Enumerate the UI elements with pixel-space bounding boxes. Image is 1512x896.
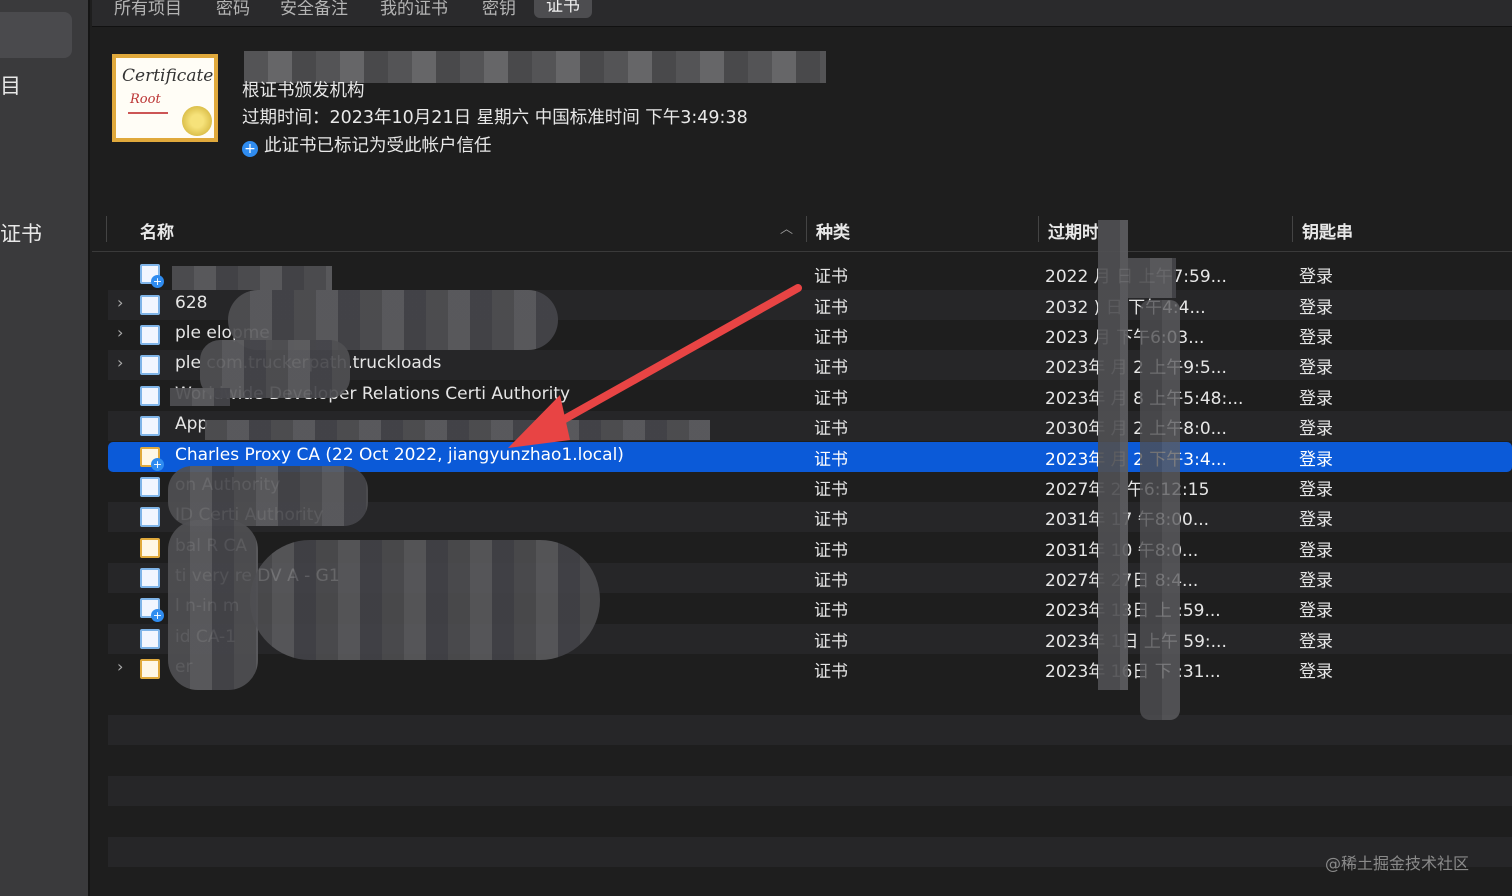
row-kind: 证书	[814, 541, 848, 561]
certificate-icon	[140, 507, 160, 527]
row-keychain: 登录	[1299, 662, 1333, 682]
row-kind: 证书	[814, 298, 848, 318]
column-header-name[interactable]: 名称	[140, 218, 174, 243]
trusted-plus-icon: +	[151, 458, 164, 471]
certificate-icon	[140, 538, 160, 558]
row-keychain: 登录	[1299, 358, 1333, 378]
certificate-trust-status: + 此证书已标记为受此帐户信任	[242, 132, 492, 157]
row-kind: 证书	[814, 601, 848, 621]
row-kind: 证书	[814, 358, 848, 378]
row-kind: 证书	[814, 419, 848, 439]
tab-secure-notes[interactable]: 安全备注	[280, 0, 348, 19]
row-kind: 证书	[814, 632, 848, 652]
certificate-icon	[140, 477, 160, 497]
row-kind: 证书	[814, 510, 848, 530]
row-keychain: 登录	[1299, 571, 1333, 591]
tab-certificates[interactable]: 证书	[534, 0, 592, 18]
redaction-mark	[168, 520, 258, 690]
row-keychain: 登录	[1299, 510, 1333, 530]
certificate-icon	[140, 325, 160, 345]
row-keychain: 登录	[1299, 298, 1333, 318]
sidebar-item-label[interactable]: 目	[0, 70, 21, 100]
chevron-right-icon[interactable]: ›	[117, 353, 123, 372]
certificate-icon: +	[140, 598, 164, 622]
sidebar-item-certificates[interactable]: 证书	[0, 218, 42, 248]
certificate-icon-subtext: Root	[130, 92, 161, 107]
tab-my-certificates[interactable]: 我的证书	[380, 0, 448, 19]
row-keychain: 登录	[1299, 328, 1333, 348]
row-keychain: 登录	[1299, 480, 1333, 500]
trust-status-text: 此证书已标记为受此帐户信任	[264, 136, 492, 156]
certificate-detail-header: Certificate Root 根证书颁发机构 过期时间：2023年10月21…	[92, 27, 1512, 212]
seal-icon	[182, 106, 212, 136]
certificate-large-icon: Certificate Root	[112, 54, 218, 142]
certificate-icon	[140, 295, 160, 315]
sort-ascending-icon[interactable]: ︿	[780, 218, 793, 237]
row-keychain: 登录	[1299, 541, 1333, 561]
certificate-icon	[140, 386, 160, 406]
row-keychain: 登录	[1299, 450, 1333, 470]
row-kind: 证书	[814, 267, 848, 287]
chevron-right-icon[interactable]: ›	[117, 293, 123, 312]
chevron-right-icon[interactable]: ›	[117, 323, 123, 342]
chevron-right-icon[interactable]: ›	[117, 657, 123, 676]
row-keychain: 登录	[1299, 632, 1333, 652]
certificate-icon	[140, 629, 160, 649]
certificate-icon: +	[140, 447, 164, 471]
row-kind: 证书	[814, 328, 848, 348]
certificate-icon	[140, 355, 160, 375]
redaction-mark	[205, 420, 710, 440]
tab-keys[interactable]: 密钥	[482, 0, 516, 19]
watermark: @稀土掘金技术社区	[1325, 854, 1470, 873]
column-header-kind[interactable]: 种类	[816, 218, 850, 243]
row-name: Charles Proxy CA (22 Oct 2022, jiangyunz…	[175, 445, 624, 465]
certificate-icon-text: Certificate	[122, 66, 214, 86]
certificate-type: 根证书颁发机构	[242, 81, 365, 101]
row-kind: 证书	[814, 389, 848, 409]
certificate-expiry: 过期时间：2023年10月21日 星期六 中国标准时间 下午3:49:38	[242, 108, 748, 128]
redaction-mark	[170, 388, 230, 406]
column-header-keychain[interactable]: 钥匙串	[1302, 218, 1353, 243]
table-header: 名称 ︿ 种类 过期时 钥匙串	[92, 212, 1512, 252]
column-divider[interactable]	[1292, 216, 1293, 242]
empty-row	[108, 837, 1512, 867]
redaction-mark	[172, 266, 332, 290]
certificate-icon	[140, 568, 160, 588]
redaction-mark	[250, 540, 600, 660]
certificate-icon-line	[128, 112, 168, 114]
column-divider	[106, 216, 107, 242]
row-name: er	[175, 657, 795, 677]
row-keychain: 登录	[1299, 389, 1333, 409]
column-header-expires[interactable]: 过期时	[1048, 218, 1099, 243]
column-divider[interactable]	[1038, 216, 1039, 242]
trusted-plus-icon: +	[151, 609, 164, 622]
certificate-icon	[140, 416, 160, 436]
row-kind: 证书	[814, 480, 848, 500]
redaction-mark	[1140, 300, 1180, 720]
redaction-mark	[1098, 220, 1128, 690]
redaction-mark	[168, 466, 368, 526]
tab-all-items[interactable]: 所有项目	[114, 0, 182, 19]
trusted-plus-icon: +	[151, 275, 164, 288]
tab-passwords[interactable]: 密码	[216, 0, 250, 19]
row-kind: 证书	[814, 662, 848, 682]
category-tab-bar: 所有项目 密码 安全备注 我的证书 密钥 证书	[92, 0, 1512, 27]
row-keychain: 登录	[1299, 267, 1333, 287]
empty-row	[108, 776, 1512, 806]
empty-row	[108, 715, 1512, 745]
trust-plus-icon: +	[242, 141, 258, 157]
certificate-icon: +	[140, 264, 164, 288]
row-keychain: 登录	[1299, 601, 1333, 621]
sidebar-selected-item[interactable]	[0, 12, 72, 58]
sidebar: 目 证书	[0, 0, 90, 896]
row-keychain: 登录	[1299, 419, 1333, 439]
row-kind: 证书	[814, 571, 848, 591]
certificate-icon	[140, 659, 160, 679]
column-divider[interactable]	[806, 216, 807, 242]
redaction-mark	[1128, 258, 1176, 298]
row-kind: 证书	[814, 450, 848, 470]
